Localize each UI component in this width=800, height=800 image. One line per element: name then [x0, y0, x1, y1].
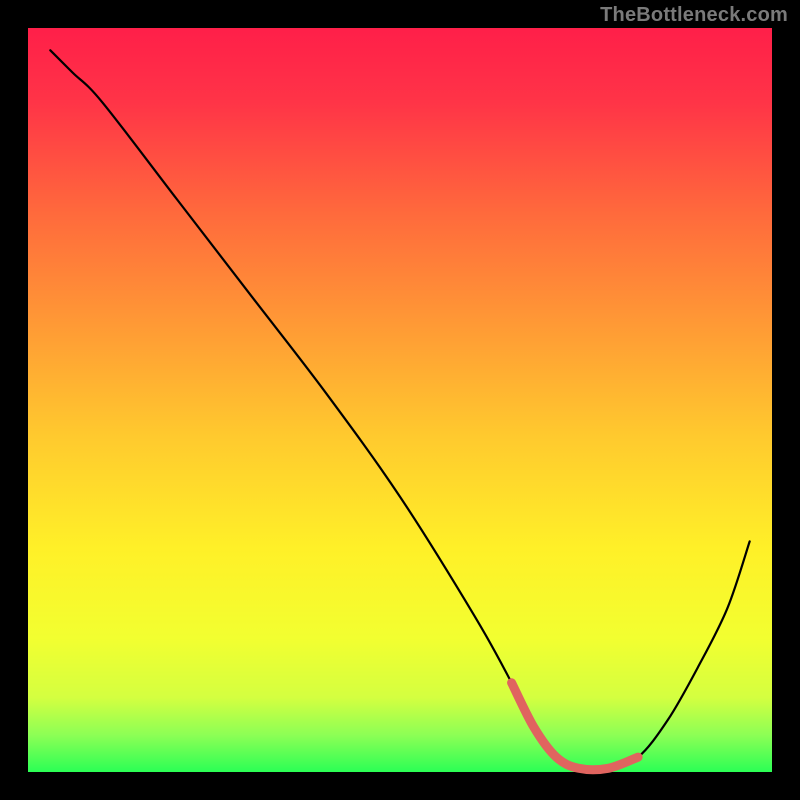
watermark-text: TheBottleneck.com: [600, 4, 788, 27]
bottleneck-chart: [0, 0, 800, 800]
plot-background: [28, 28, 772, 772]
chart-container: TheBottleneck.com: [0, 0, 800, 800]
